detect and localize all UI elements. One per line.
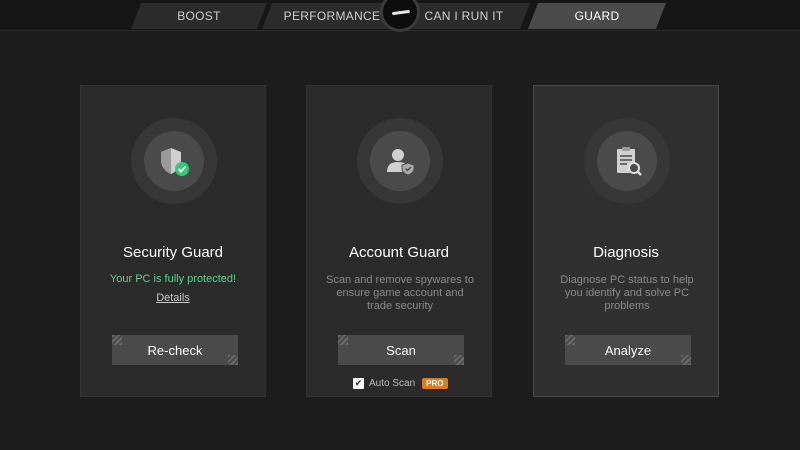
security-guard-card: Security Guard Your PC is fully protecte…	[80, 85, 266, 397]
top-navigation: BOOST PERFORMANCE CAN I RUN IT GUARD	[0, 0, 800, 32]
shield-check-icon	[161, 148, 189, 176]
card-title: Diagnosis	[593, 244, 659, 261]
tab-boost[interactable]: BOOST	[131, 3, 267, 29]
account-guard-card: Account Guard Scan and remove spywares t…	[306, 85, 492, 397]
tab-guard[interactable]: GUARD	[528, 3, 666, 29]
recheck-button[interactable]: Re-check	[112, 335, 238, 365]
card-description: Diagnose PC status to help you identify …	[560, 274, 694, 312]
security-guard-icon-ring	[131, 118, 217, 204]
pro-badge: PRO	[422, 377, 448, 389]
analyze-button[interactable]: Analyze	[565, 335, 691, 365]
diagnosis-card: Diagnosis Diagnose PC status to help you…	[533, 85, 719, 397]
diagnosis-icon-ring	[584, 118, 670, 204]
details-link[interactable]: Details	[81, 292, 265, 304]
clipboard-search-icon	[617, 147, 642, 176]
account-guard-icon-ring	[357, 118, 443, 204]
protection-status: Your PC is fully protected!	[109, 273, 237, 285]
auto-scan-option: ✔ Auto Scan PRO	[353, 376, 448, 390]
card-description: Scan and remove spywares to ensure game …	[326, 274, 474, 312]
scan-button[interactable]: Scan	[338, 335, 464, 365]
auto-scan-label: Auto Scan	[369, 377, 416, 389]
card-title: Account Guard	[348, 244, 450, 261]
card-title: Security Guard	[122, 244, 224, 261]
user-shield-icon	[387, 149, 415, 176]
auto-scan-checkbox[interactable]: ✔	[353, 377, 364, 389]
